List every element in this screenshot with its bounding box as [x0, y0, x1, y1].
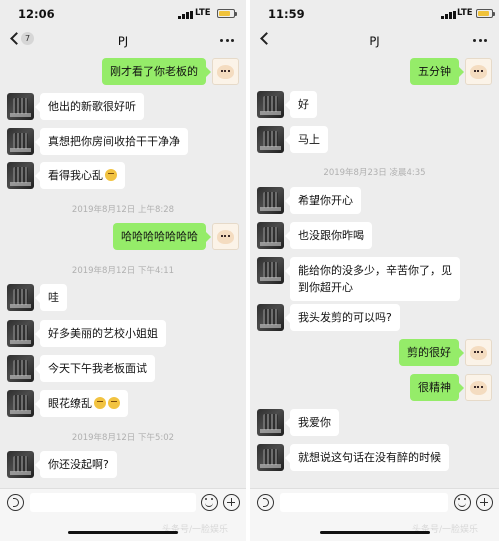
avatar[interactable]: [7, 320, 34, 347]
message-bubble[interactable]: 今天下午我老板面试: [35, 355, 155, 382]
message-input[interactable]: [30, 493, 196, 512]
home-indicator: [320, 531, 430, 534]
emoji-icon: [94, 397, 106, 409]
avatar[interactable]: [257, 409, 284, 436]
emoji-icon: [108, 397, 120, 409]
message-bubble[interactable]: 好: [285, 91, 317, 118]
message-bubble[interactable]: 真想把你房间收拾干干净净: [35, 128, 188, 155]
message-bubble[interactable]: 能给你的没多少，辛苦你了，见到你超开心: [285, 257, 460, 301]
message-bubble[interactable]: 剪的很好: [399, 339, 464, 366]
plus-icon[interactable]: [476, 494, 493, 511]
emoji-icon[interactable]: [201, 494, 218, 511]
timestamp: 2019年8月12日 下午5:02: [71, 433, 175, 443]
signal-icon: [178, 11, 193, 19]
avatar[interactable]: [7, 162, 34, 189]
message-text: 看得我心乱: [48, 169, 103, 182]
more-icon[interactable]: [473, 39, 487, 43]
message-bubble[interactable]: 刚才看了你老板的: [102, 58, 211, 85]
message-bubble[interactable]: 也没跟你昨喝: [285, 222, 372, 249]
avatar[interactable]: [257, 222, 284, 249]
message-bubble[interactable]: 我爱你: [285, 409, 339, 436]
timestamp: 2019年8月12日 上午8:28: [71, 205, 175, 215]
voice-icon[interactable]: [7, 494, 24, 511]
avatar[interactable]: [7, 284, 34, 311]
status-time: 11:59: [268, 7, 305, 21]
battery-icon: [217, 9, 237, 18]
input-bar: 头条号/一脸娱乐: [0, 488, 246, 541]
status-bar: 12:06 LTE: [0, 0, 246, 28]
message-bubble[interactable]: 看得我心乱: [35, 162, 125, 189]
voice-icon[interactable]: [257, 494, 274, 511]
avatar[interactable]: [257, 187, 284, 214]
network-label: LTE: [195, 8, 211, 18]
network-label: LTE: [457, 8, 473, 18]
message-bubble[interactable]: 眼花缭乱: [35, 390, 128, 417]
avatar[interactable]: [7, 390, 34, 417]
emoji-icon[interactable]: [454, 494, 471, 511]
battery-icon: [476, 9, 495, 18]
message-bubble[interactable]: 你还没起啊?: [35, 451, 117, 478]
avatar[interactable]: [7, 93, 34, 120]
message-bubble[interactable]: 希望你开心: [285, 187, 361, 214]
avatar[interactable]: [7, 355, 34, 382]
message-text: 眼花缭乱: [48, 397, 92, 410]
nav-bar: 7 PJ: [0, 28, 246, 54]
chat-title: PJ: [117, 34, 129, 48]
timestamp: 2019年8月23日 凌晨4:35: [323, 168, 426, 178]
message-bubble[interactable]: 马上: [285, 126, 328, 153]
avatar[interactable]: [257, 257, 284, 284]
message-bubble[interactable]: 五分钟: [410, 58, 464, 85]
message-bubble[interactable]: 他出的新歌很好听: [35, 93, 144, 120]
home-indicator: [68, 531, 178, 534]
chat-title: PJ: [369, 34, 380, 48]
avatar[interactable]: [212, 58, 239, 85]
status-time: 12:06: [18, 7, 55, 21]
plus-icon[interactable]: [223, 494, 240, 511]
avatar[interactable]: [7, 128, 34, 155]
avatar[interactable]: [257, 304, 284, 331]
avatar[interactable]: [465, 58, 492, 85]
avatar[interactable]: [465, 374, 492, 401]
nav-bar: PJ: [250, 28, 499, 54]
left-chat-screen: 12:06 LTE 7 PJ 刚才看了你老板的 他出的新歌很好听 真想把你房间收…: [0, 0, 246, 541]
signal-icon: [441, 11, 456, 19]
more-icon[interactable]: [220, 39, 234, 43]
message-bubble[interactable]: 我头发剪的可以吗?: [285, 304, 400, 331]
input-bar: 头条号/一脸娱乐: [250, 488, 499, 541]
avatar[interactable]: [257, 444, 284, 471]
avatar[interactable]: [257, 126, 284, 153]
emoji-icon: [105, 169, 117, 181]
timestamp: 2019年8月12日 下午4:11: [71, 266, 175, 276]
message-bubble[interactable]: 好多美丽的艺校小姐姐: [35, 320, 166, 347]
message-bubble[interactable]: 哇: [35, 284, 67, 311]
avatar[interactable]: [257, 91, 284, 118]
message-bubble[interactable]: 哈哈哈哈哈哈哈: [113, 223, 211, 250]
right-chat-screen: 11:59 LTE PJ 五分钟 好 马上 2019年8月23日 凌晨4:35 …: [250, 0, 499, 541]
message-input[interactable]: [280, 493, 448, 512]
avatar[interactable]: [7, 451, 34, 478]
message-bubble[interactable]: 就想说这句话在没有醉的时候: [285, 444, 449, 471]
avatar[interactable]: [465, 339, 492, 366]
status-bar: 11:59 LTE: [250, 0, 499, 28]
avatar[interactable]: [212, 223, 239, 250]
message-bubble[interactable]: 很精神: [410, 374, 464, 401]
